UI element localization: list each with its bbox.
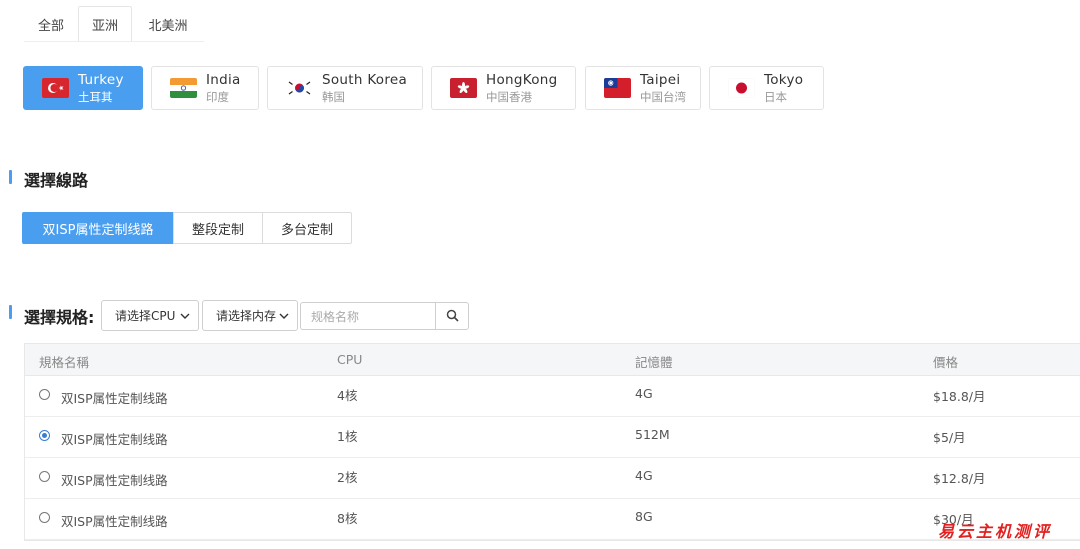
region-turkey[interactable]: Turkey 土耳其 — [23, 66, 143, 110]
cell-name: 双ISP属性定制线路 — [61, 473, 168, 488]
section-marker — [9, 305, 12, 319]
spec-table: 規格名稱 CPU 記憶體 價格 双ISP属性定制线路 4核 4G $18.8/月… — [24, 343, 1080, 541]
watermark: 易云主机测评 — [938, 522, 1053, 541]
row-radio[interactable] — [39, 389, 50, 400]
chevron-down-icon — [278, 310, 290, 322]
table-row[interactable]: 双ISP属性定制线路 2核 4G $12.8/月 — [25, 458, 1080, 499]
column-header-price: 價格 — [933, 355, 959, 370]
tab-asia[interactable]: 亚洲 — [78, 6, 132, 42]
tokyo-flag-icon — [728, 78, 755, 98]
column-header-name: 規格名稱 — [39, 355, 90, 370]
cell-name: 双ISP属性定制线路 — [61, 391, 168, 406]
region-name: Tokyo — [764, 72, 804, 88]
line-section-title: 選擇線路 — [24, 171, 89, 190]
region-sub: 印度 — [206, 90, 229, 104]
region-name: India — [206, 72, 241, 88]
column-header-cpu: CPU — [337, 352, 363, 367]
region-sub: 日本 — [764, 90, 787, 104]
region-name: South Korea — [322, 72, 408, 88]
region-sub: 中国台湾 — [640, 90, 686, 104]
region-india[interactable]: India 印度 — [151, 66, 259, 110]
cell-price: $18.8/月 — [933, 389, 986, 404]
cell-cpu: 8核 — [337, 511, 358, 526]
table-row[interactable]: 双ISP属性定制线路 1核 512M $5/月 — [25, 417, 1080, 458]
cell-name: 双ISP属性定制线路 — [61, 514, 168, 529]
cell-cpu: 4核 — [337, 388, 358, 403]
continent-tabs: 全部 亚洲 北美洲 — [24, 6, 204, 42]
cell-name: 双ISP属性定制线路 — [61, 432, 168, 447]
section-marker — [9, 170, 12, 184]
india-flag-icon — [170, 78, 197, 98]
cpu-select[interactable]: 请选择CPU — [101, 300, 199, 331]
region-sub: 韩国 — [322, 90, 345, 104]
search-icon — [446, 307, 459, 326]
memory-select-value: 请选择内存 — [216, 309, 277, 323]
cell-price: $5/月 — [933, 430, 966, 445]
turkey-flag-icon — [42, 78, 69, 98]
region-name: Turkey — [78, 72, 124, 88]
taipei-flag-icon — [604, 78, 631, 98]
search-placeholder: 规格名称 — [311, 309, 360, 324]
region-name: HongKong — [486, 72, 558, 88]
cell-price: $12.8/月 — [933, 471, 986, 486]
region-taipei[interactable]: Taipei 中国台湾 — [585, 66, 701, 110]
column-header-memory: 記憶體 — [635, 355, 673, 370]
region-name: Taipei — [640, 72, 681, 88]
region-sub: 中国香港 — [486, 90, 532, 104]
tab-north-america[interactable]: 北美洲 — [132, 6, 204, 42]
line-option-dual-isp[interactable]: 双ISP属性定制线路 — [22, 212, 174, 244]
tab-all[interactable]: 全部 — [24, 6, 78, 42]
region-tokyo[interactable]: Tokyo 日本 — [709, 66, 824, 110]
south-korea-flag-icon — [286, 78, 313, 98]
cell-memory: 8G — [635, 509, 653, 524]
row-radio[interactable] — [39, 512, 50, 523]
cell-cpu: 1核 — [337, 429, 358, 444]
region-hongkong[interactable]: HongKong 中国香港 — [431, 66, 576, 110]
line-options: 双ISP属性定制线路 整段定制 多台定制 — [22, 212, 352, 244]
search-button[interactable] — [435, 302, 469, 330]
line-option-multi[interactable]: 多台定制 — [262, 212, 352, 244]
row-radio[interactable] — [39, 430, 50, 441]
table-row[interactable]: 双ISP属性定制线路 8核 8G $30/月 — [25, 499, 1080, 540]
region-south-korea[interactable]: South Korea 韩国 — [267, 66, 423, 110]
cell-cpu: 2核 — [337, 470, 358, 485]
chevron-down-icon — [179, 310, 191, 322]
memory-select[interactable]: 请选择内存 — [202, 300, 298, 331]
cell-memory: 4G — [635, 386, 653, 401]
tabs-divider — [24, 41, 204, 42]
region-sub: 土耳其 — [78, 90, 113, 104]
cell-memory: 512M — [635, 427, 670, 442]
line-option-segment[interactable]: 整段定制 — [173, 212, 263, 244]
spec-name-search-input[interactable]: 规格名称 — [300, 302, 436, 330]
spec-section-title: 選擇規格: — [24, 308, 95, 327]
table-header: 規格名稱 CPU 記憶體 價格 — [25, 344, 1080, 376]
hongkong-flag-icon — [450, 78, 477, 98]
table-row[interactable]: 双ISP属性定制线路 4核 4G $18.8/月 — [25, 376, 1080, 417]
cpu-select-value: 请选择CPU — [115, 309, 176, 323]
cell-memory: 4G — [635, 468, 653, 483]
row-radio[interactable] — [39, 471, 50, 482]
